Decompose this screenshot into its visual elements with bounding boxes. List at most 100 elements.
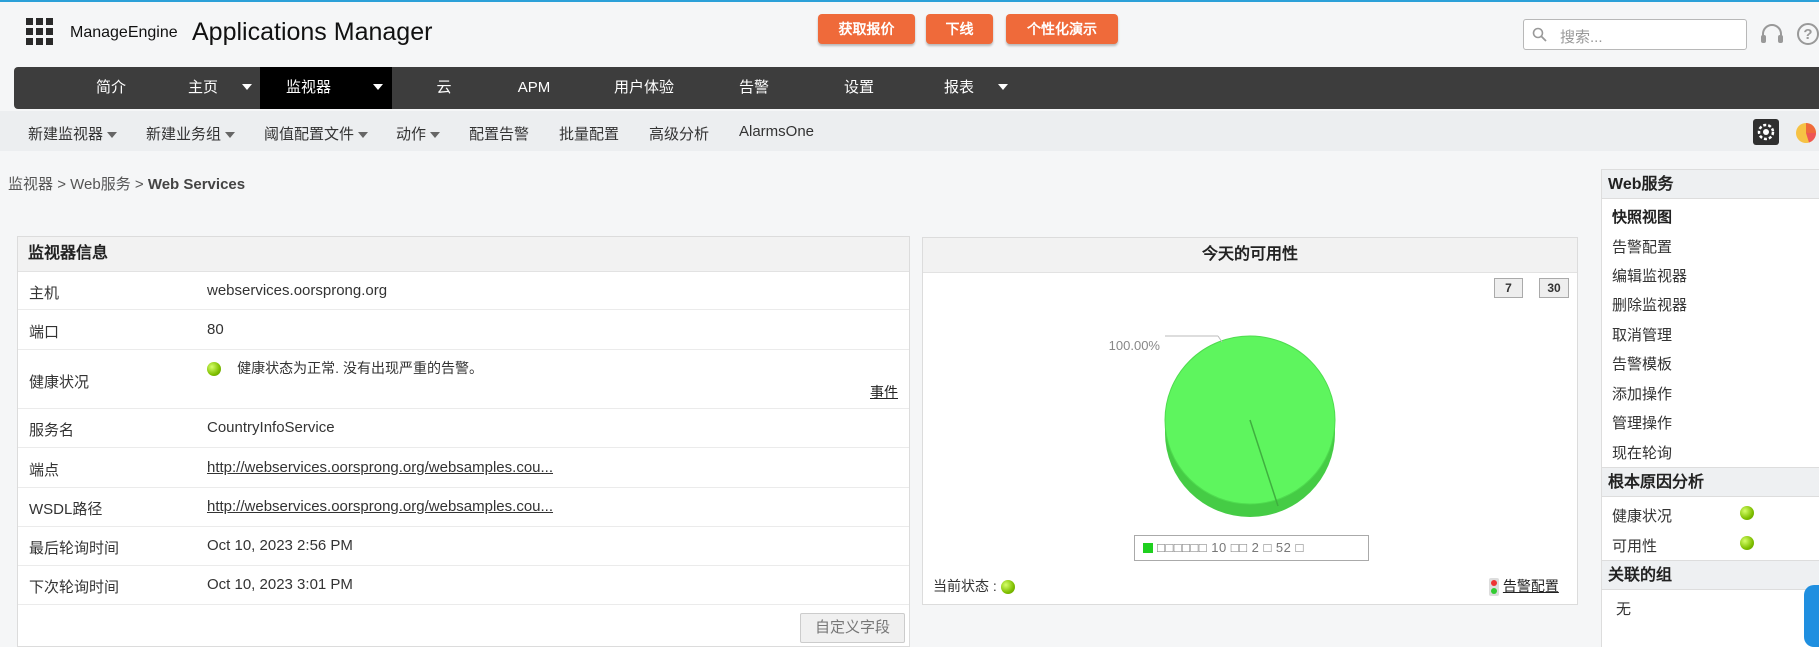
monitors-chevron-down-icon[interactable] [373, 84, 383, 90]
events-link[interactable]: 事件 [870, 382, 898, 402]
sidebar-item-alarm-config[interactable]: 告警配置 [1612, 236, 1672, 257]
sidebar-item-rca-availability[interactable]: 可用性 [1612, 535, 1657, 556]
availability-pie-chart[interactable]: 100.00% [1090, 320, 1350, 520]
sidebar-item-edit-monitor[interactable]: 编辑监视器 [1612, 265, 1687, 286]
right-sidebar: Web服务 快照视图 告警配置 编辑监视器 删除监视器 取消管理 告警模板 添加… [1601, 169, 1819, 647]
home-chevron-down-icon[interactable] [242, 84, 252, 90]
info-row-wsdl-path: WSDL路径 http://webservices.oorsprong.org/… [18, 488, 909, 527]
row-value: CountryInfoService [207, 419, 335, 436]
subnav-actions[interactable]: 动作 [396, 123, 441, 144]
row-value: webservices.oorsprong.org [207, 282, 388, 299]
current-status-icon [1000, 580, 1015, 595]
row-label: 主机 [29, 285, 60, 302]
breadcrumb: 监视器 > Web服务 > Web Services [8, 173, 245, 194]
side-feedback-tab[interactable] [1804, 585, 1819, 647]
associated-groups-none: 无 [1616, 601, 1632, 618]
subnav-advanced-analytics[interactable]: 高级分析 [649, 123, 709, 144]
headset-icon[interactable] [1759, 22, 1785, 48]
sidebar-item-manage-actions[interactable]: 管理操作 [1612, 412, 1672, 433]
sidebar-item-add-action[interactable]: 添加操作 [1612, 383, 1672, 404]
sidebar-item-delete-monitor[interactable]: 删除监视器 [1612, 294, 1687, 315]
alarm-config[interactable]: 告警配置 [1489, 576, 1559, 597]
subnav-new-business-group[interactable]: 新建业务组 [146, 123, 236, 144]
row-label: 端口 [29, 324, 60, 341]
breadcrumb-separator: > [134, 176, 144, 193]
info-row-next-poll: 下次轮询时间 Oct 10, 2023 3:01 PM [18, 566, 909, 605]
pie-chart-icon[interactable] [1793, 122, 1819, 144]
subnav-threshold-profile-label: 阈值配置文件 [264, 126, 355, 143]
row-value: 80 [207, 321, 224, 338]
nav-item-settings[interactable]: 设置 [809, 67, 909, 109]
nav-item-alarms[interactable]: 告警 [704, 67, 804, 109]
gear-icon [1757, 123, 1775, 141]
download-button[interactable]: 下线 [926, 14, 993, 44]
row-value: Oct 10, 2023 3:01 PM [207, 576, 353, 593]
info-row-host: 主机 webservices.oorsprong.org [18, 272, 909, 310]
breadcrumb-web-services[interactable]: Web服务 [70, 176, 131, 193]
get-quote-button[interactable]: 获取报价 [818, 14, 915, 44]
rca-health-status-icon[interactable] [1740, 506, 1754, 520]
row-label: WSDL路径 [29, 501, 103, 518]
logo-brand: ManageEngine [70, 24, 178, 41]
health-status-text: 健康状态为正常. 没有出现严重的告警。 [237, 360, 483, 376]
info-row-service-name: 服务名 CountryInfoService [18, 409, 909, 448]
main-nav: 简介 主页 监视器 云 APM 用户体验 告警 设置 报表 [14, 67, 1819, 109]
availability-title: 今天的可用性 [923, 238, 1577, 273]
monitor-info-panel: 监视器信息 主机 webservices.oorsprong.org 端口 80… [17, 236, 910, 647]
breadcrumb-monitors[interactable]: 监视器 [8, 176, 53, 193]
sidebar-item-rca-health[interactable]: 健康状况 [1612, 505, 1672, 526]
current-status: 当前状态 : [933, 576, 1015, 596]
last-7-days-button[interactable]: 7 [1494, 278, 1523, 298]
subnav-new-monitor-label: 新建监视器 [28, 126, 104, 143]
endpoint-link[interactable]: http://webservices.oorsprong.org/websamp… [207, 459, 553, 476]
last-30-days-button[interactable]: 30 [1539, 278, 1569, 298]
monitor-info-title: 监视器信息 [18, 237, 909, 272]
sidebar-section-web-services: Web服务 [1602, 169, 1819, 199]
row-label: 下次轮询时间 [29, 579, 120, 596]
sidebar-item-unmanage[interactable]: 取消管理 [1612, 324, 1672, 345]
rca-availability-status-icon[interactable] [1740, 536, 1754, 550]
legend-text: □□□□□□ 10 □□ 2 □ 52 □ [1157, 540, 1304, 555]
subnav-new-business-group-label: 新建业务组 [146, 126, 222, 143]
subnav-threshold-profile[interactable]: 阈值配置文件 [264, 123, 369, 144]
settings-gear-button[interactable] [1753, 119, 1779, 145]
nav-item-apm[interactable]: APM [489, 67, 579, 109]
row-label: 服务名 [29, 422, 75, 439]
app-grid-icon[interactable] [26, 18, 53, 45]
header: ManageEngine Applications Manager 获取报价 下… [0, 2, 1819, 66]
sidebar-item-snapshot-view[interactable]: 快照视图 [1612, 206, 1672, 227]
row-label: 端点 [29, 462, 60, 479]
info-row-endpoint: 端点 http://webservices.oorsprong.org/webs… [18, 448, 909, 488]
subnav-configure-alarms[interactable]: 配置告警 [469, 123, 529, 144]
personalized-demo-button[interactable]: 个性化演示 [1006, 14, 1118, 44]
nav-item-cloud[interactable]: 云 [409, 67, 479, 109]
legend-swatch [1143, 543, 1153, 553]
search-input[interactable]: 搜索... [1523, 19, 1747, 50]
more-chevron-down-icon[interactable] [998, 84, 1008, 90]
logo-product: Applications Manager [192, 18, 433, 46]
current-status-label: 当前状态 : [933, 578, 997, 594]
row-value: Oct 10, 2023 2:56 PM [207, 537, 353, 554]
subnav-alarmsone[interactable]: AlarmsOne [739, 123, 814, 140]
sidebar-item-poll-now[interactable]: 现在轮询 [1612, 442, 1672, 463]
sub-nav: 新建监视器 新建业务组 阈值配置文件 动作 配置告警 批量配置 高级分析 Ala… [0, 111, 1819, 151]
nav-item-reports[interactable]: 报表 [919, 67, 999, 109]
help-icon[interactable]: ? [1797, 23, 1819, 45]
custom-fields-button[interactable]: 自定义字段 [800, 613, 905, 643]
info-row-health: 健康状况 健康状态为正常. 没有出现严重的告警。 事件 [18, 350, 909, 409]
alarm-config-link[interactable]: 告警配置 [1503, 578, 1559, 594]
traffic-light-icon [1489, 578, 1499, 597]
breadcrumb-current: Web Services [147, 176, 246, 193]
row-label: 健康状况 [29, 374, 90, 391]
sidebar-section-associated-groups: 关联的组 [1602, 560, 1819, 590]
wsdl-path-link[interactable]: http://webservices.oorsprong.org/websamp… [207, 498, 553, 515]
chevron-down-icon [430, 132, 441, 139]
nav-item-monitors-label: 监视器 [286, 79, 332, 96]
chevron-down-icon [358, 132, 369, 139]
subnav-new-monitor[interactable]: 新建监视器 [28, 123, 118, 144]
nav-item-user-experience[interactable]: 用户体验 [594, 67, 694, 109]
sidebar-item-alarm-template[interactable]: 告警模板 [1612, 353, 1672, 374]
chevron-down-icon [225, 132, 236, 139]
subnav-bulk-config[interactable]: 批量配置 [559, 123, 619, 144]
health-status-icon [207, 362, 221, 377]
